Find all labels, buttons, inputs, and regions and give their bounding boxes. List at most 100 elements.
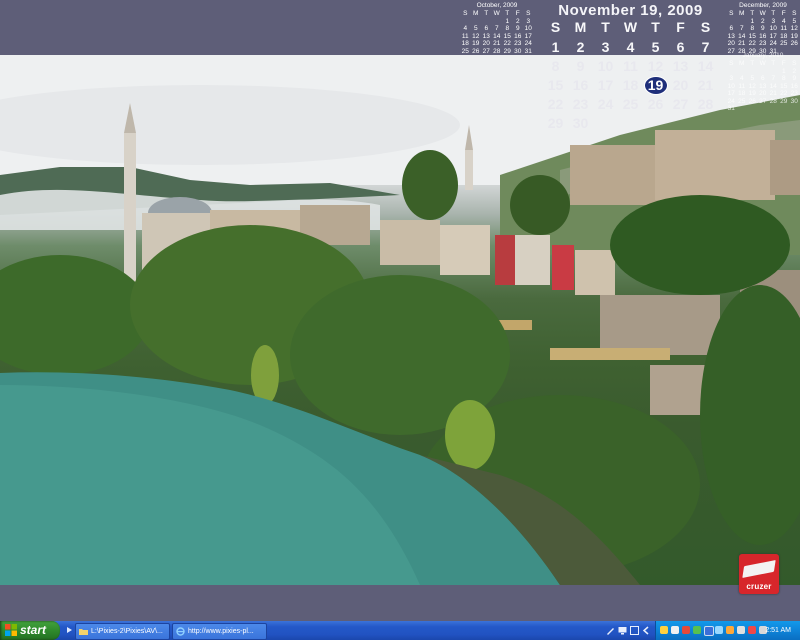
- security-shield-icon[interactable]: [660, 626, 668, 634]
- mini-calendar-day: 24: [769, 40, 777, 47]
- calendar-day: 13: [672, 58, 689, 74]
- mini-calendar-day: 25: [780, 40, 788, 47]
- mini-calendar-day: 31: [727, 105, 735, 112]
- start-button[interactable]: start: [0, 621, 60, 640]
- mini-calendar-day: 14: [493, 32, 501, 40]
- mini-calendar-grid: S M T W T F S 1 2 3 4 5 6 7 8 9 10 11 12 13 14 15 16 17 18 19 20 21…: [726, 10, 800, 55]
- mini-calendar-day: 13: [482, 32, 490, 40]
- update-icon[interactable]: [748, 626, 756, 634]
- calendar-day: 11: [623, 58, 638, 74]
- mini-calendar-day: [481, 18, 492, 26]
- mini-calendar-day: [737, 18, 748, 26]
- mini-calendar-day: 28: [769, 97, 777, 105]
- mini-calendar-day: 24: [727, 97, 735, 105]
- calendar-day: 10: [597, 58, 614, 74]
- chevron-left-icon[interactable]: [642, 626, 651, 635]
- mini-calendar-day: [737, 68, 748, 76]
- calendar-day: 2: [576, 39, 585, 55]
- cruzer-logo-text: cruzer: [746, 582, 772, 591]
- mini-calendar-day: 14: [769, 82, 777, 90]
- mini-weekday-header: T: [505, 10, 510, 17]
- mini-calendar-title: October, 2009: [476, 2, 518, 9]
- mini-calendar-day: 10: [769, 25, 777, 32]
- taskbar-button-browser[interactable]: http://www.pixies-pl...: [172, 623, 267, 640]
- mini-weekday-header: W: [759, 60, 766, 67]
- mini-calendar-day: 21: [769, 90, 777, 97]
- calendar-title: November 19, 2009: [558, 2, 703, 19]
- calendar-day: [593, 114, 618, 133]
- mini-calendar-day: [779, 105, 790, 113]
- mini-calendar-day: 24: [524, 40, 532, 47]
- mini-weekday-header: T: [771, 60, 776, 67]
- mini-calendar-day: 19: [748, 90, 756, 97]
- cruzer-logo[interactable]: cruzer: [739, 554, 779, 594]
- mini-calendar-day: [726, 18, 737, 26]
- desktop-wallpaper: [0, 55, 800, 585]
- mini-calendar-grid: S M T W T F S 1 2 3 4 5 6 7 8 9 10 11 12 13 14 15 16 17 18 19 20 21…: [726, 60, 800, 113]
- folder-icon: [79, 629, 88, 635]
- info-icon[interactable]: [671, 626, 679, 634]
- weekday-header: T: [601, 19, 610, 35]
- calendar-day: 22: [547, 96, 564, 112]
- mini-calendar-day: 23: [759, 40, 767, 47]
- mini-calendar-day: 2: [792, 67, 797, 75]
- taskbar-clock[interactable]: 2:51 AM: [765, 621, 791, 640]
- calendar-day: 21: [697, 77, 714, 93]
- mini-weekday-header: S: [792, 60, 797, 67]
- mini-weekday-header: T: [771, 10, 776, 17]
- mini-calendar-day: 17: [524, 32, 532, 40]
- bluetooth-icon[interactable]: [704, 626, 714, 636]
- power-icon[interactable]: [737, 626, 745, 634]
- mini-calendar-day: 4: [463, 25, 468, 32]
- mini-weekday-header: S: [463, 10, 468, 17]
- system-tray: 2:51 AM: [655, 621, 800, 640]
- pen-icon[interactable]: [606, 626, 615, 635]
- calendar-day: 17: [597, 77, 614, 93]
- alert-icon[interactable]: [682, 626, 690, 634]
- mini-calendar-day: 12: [472, 32, 480, 40]
- mini-calendar-day: 23: [790, 90, 798, 97]
- mini-calendar-day: 16: [790, 82, 798, 90]
- mini-calendar-day: 25: [738, 97, 746, 105]
- start-button-label: start: [20, 623, 47, 637]
- usb-drive-icon: [742, 560, 776, 578]
- mini-calendar-title: January, 2010: [742, 52, 784, 59]
- mini-calendar-day: 18: [461, 40, 469, 47]
- mini-calendar-title: December, 2009: [739, 2, 787, 9]
- mini-calendar-day: 20: [759, 90, 767, 97]
- mini-calendar-day: 14: [738, 32, 746, 40]
- calendar-day: 3: [601, 39, 610, 55]
- mini-calendar-day: [737, 105, 748, 113]
- mini-weekday-header: F: [515, 10, 520, 17]
- mini-calendar-day: [471, 18, 482, 26]
- mini-calendar-day: 16: [514, 32, 522, 40]
- mini-calendar-day: 15: [780, 82, 788, 90]
- mini-calendar-day: 11: [461, 32, 469, 40]
- mini-calendar-day: 11: [738, 82, 746, 90]
- mini-calendar-day: 11: [780, 25, 788, 32]
- mini-calendar-day: 3: [771, 17, 776, 25]
- mini-calendar-day: [747, 105, 758, 113]
- antivirus-icon[interactable]: [726, 626, 734, 634]
- mini-calendar-day: 3: [526, 17, 531, 25]
- sync-icon[interactable]: [715, 626, 723, 634]
- grid-icon[interactable]: [630, 626, 639, 635]
- wallpaper-scene: [0, 55, 800, 585]
- calendar-day: 27: [672, 96, 689, 112]
- calendar-day: 29: [547, 115, 564, 131]
- calendar-day: 28: [697, 96, 714, 112]
- taskbar-button-explorer[interactable]: L:\Pixies-2\Pixies\AV\...: [75, 623, 170, 640]
- mini-calendar-day: 10: [524, 25, 532, 32]
- mini-weekday-header: T: [484, 10, 489, 17]
- network-icon[interactable]: [693, 626, 701, 634]
- mini-calendar-day: [768, 105, 779, 113]
- mini-calendar-day: 31: [524, 47, 532, 55]
- monitor-icon[interactable]: [618, 626, 627, 635]
- mini-calendar-day: 8: [505, 25, 510, 32]
- mini-calendar-day: 30: [790, 97, 798, 105]
- mini-calendar-prev: October, 2009 S M T W T F S 1 2 3 4 5 6 7 8 9 10 11 12 13 14…: [460, 2, 534, 55]
- mini-calendar-day: 29: [780, 97, 788, 105]
- mini-calendar-day: 9: [760, 25, 765, 32]
- mini-calendar-day: 5: [473, 25, 478, 32]
- mini-calendar-day: [726, 68, 737, 76]
